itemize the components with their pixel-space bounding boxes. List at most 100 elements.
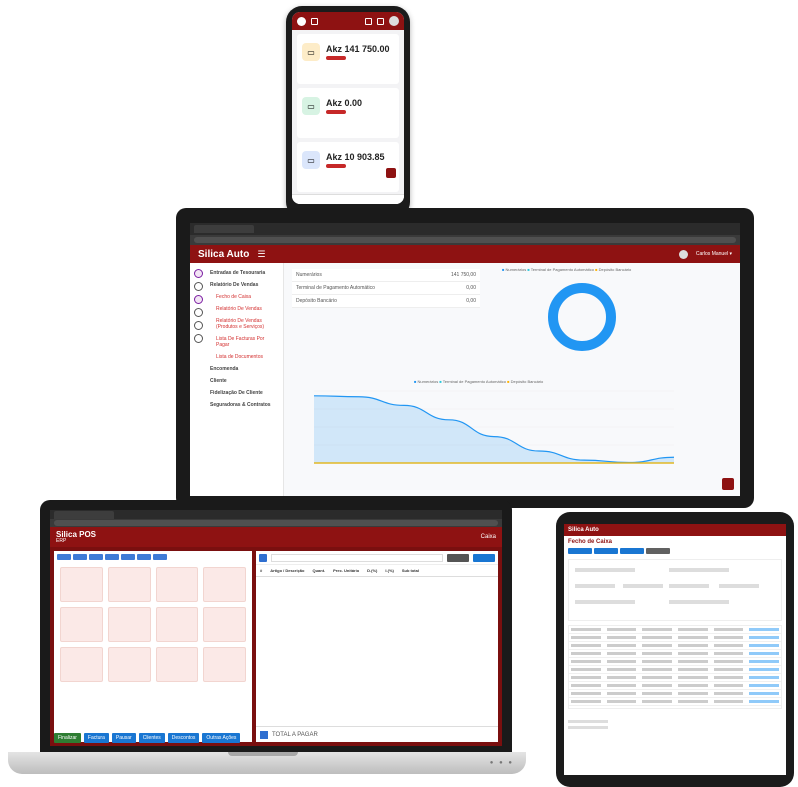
search-input[interactable] bbox=[271, 553, 443, 562]
sidebar-item[interactable]: Encomenda bbox=[206, 363, 283, 375]
table-row[interactable] bbox=[569, 698, 781, 706]
category-tab[interactable] bbox=[89, 554, 103, 560]
form-field[interactable] bbox=[623, 584, 663, 588]
category-tab[interactable] bbox=[137, 554, 151, 560]
table-row[interactable] bbox=[569, 626, 781, 634]
scroll-top-button[interactable] bbox=[722, 478, 734, 490]
url-input[interactable] bbox=[54, 520, 498, 526]
sidebar-item[interactable]: Cliente bbox=[206, 375, 283, 387]
product-tile[interactable] bbox=[107, 567, 151, 602]
product-tile[interactable] bbox=[107, 647, 151, 682]
table-row[interactable] bbox=[569, 682, 781, 690]
table-row[interactable] bbox=[569, 658, 781, 666]
product-tile[interactable] bbox=[155, 647, 199, 682]
reports-icon[interactable] bbox=[193, 282, 203, 291]
action-button[interactable]: Finalizar bbox=[54, 733, 81, 743]
product-tile[interactable] bbox=[203, 567, 246, 602]
clock-icon[interactable] bbox=[193, 334, 203, 343]
product-tile[interactable] bbox=[107, 607, 151, 642]
form-field[interactable] bbox=[669, 600, 729, 604]
product-tile[interactable] bbox=[155, 607, 199, 642]
barcode-icon[interactable] bbox=[259, 553, 267, 562]
table-cell bbox=[571, 700, 601, 703]
action-button[interactable]: Clientes bbox=[138, 733, 165, 743]
expand-icon[interactable] bbox=[365, 17, 372, 25]
legend-label: Terminal de Pagamento Automático bbox=[442, 379, 508, 384]
table-row[interactable] bbox=[569, 666, 781, 674]
legend-label: Depósito Bancário bbox=[510, 379, 544, 384]
caixa-button[interactable]: Caixa bbox=[481, 534, 496, 540]
table-cell bbox=[642, 692, 673, 695]
category-tab[interactable] bbox=[105, 554, 119, 560]
form-field[interactable] bbox=[719, 584, 759, 588]
sales-icon[interactable] bbox=[193, 295, 203, 304]
sidebar-item[interactable]: Relatório De Vendas bbox=[206, 279, 283, 291]
product-tile[interactable] bbox=[155, 567, 199, 602]
category-tab[interactable] bbox=[121, 554, 135, 560]
category-tab[interactable] bbox=[153, 554, 167, 560]
avatar[interactable] bbox=[389, 16, 399, 26]
sidebar-item[interactable]: Lista De Facturas Por Pagar bbox=[206, 333, 283, 351]
form-field[interactable] bbox=[669, 584, 709, 588]
action-button[interactable]: Factura bbox=[83, 733, 109, 743]
action-button[interactable]: Descontos bbox=[167, 733, 200, 743]
total-icon[interactable] bbox=[260, 730, 268, 739]
export-button[interactable] bbox=[594, 548, 618, 554]
menu-toggle-icon[interactable]: ☰ bbox=[257, 249, 265, 260]
user-menu[interactable]: Carlos Manuel ▾ bbox=[696, 251, 732, 257]
product-tile[interactable] bbox=[60, 647, 103, 682]
browser-tab[interactable] bbox=[194, 225, 254, 233]
table-cell bbox=[749, 684, 780, 687]
product-tile[interactable] bbox=[203, 607, 246, 642]
table-cell bbox=[713, 636, 744, 639]
print-button[interactable] bbox=[620, 548, 644, 554]
table-row[interactable] bbox=[569, 674, 781, 682]
sidebar-item[interactable]: Fidelização De Cliente bbox=[206, 387, 283, 399]
summary-row: Numerários 141 750,00 bbox=[292, 269, 480, 282]
product-tile[interactable] bbox=[60, 567, 103, 602]
table-cell bbox=[642, 628, 673, 631]
brand-title[interactable]: Silica Auto bbox=[568, 527, 599, 533]
form-field[interactable] bbox=[575, 568, 635, 572]
action-button[interactable]: Pausar bbox=[111, 733, 136, 743]
reset-button[interactable] bbox=[646, 548, 670, 554]
sidebar-item[interactable]: Lista de Documentos bbox=[206, 351, 283, 363]
card-values: Akz 141 750.00 bbox=[326, 44, 390, 60]
tablet-appbar: Silica Auto bbox=[564, 524, 786, 536]
url-input[interactable] bbox=[194, 237, 736, 243]
browser-tab[interactable] bbox=[54, 510, 114, 519]
avatar[interactable] bbox=[678, 249, 688, 259]
clear-button[interactable] bbox=[447, 553, 469, 562]
form-field[interactable] bbox=[575, 600, 635, 604]
menu-icon[interactable] bbox=[311, 17, 318, 25]
sidebar-item[interactable]: Seguradoras & Contratos bbox=[206, 399, 283, 411]
add-button[interactable] bbox=[473, 553, 495, 562]
bell-icon[interactable] bbox=[377, 17, 384, 25]
filter-button[interactable] bbox=[568, 548, 592, 554]
card-row: ▭ Akz 10 903.85 bbox=[302, 151, 394, 169]
dashboard-icon[interactable] bbox=[193, 269, 203, 278]
summary-label: Terminal de Pagamento Automático bbox=[296, 285, 375, 291]
form-field[interactable] bbox=[669, 568, 729, 572]
category-tab[interactable] bbox=[57, 554, 71, 560]
table-row[interactable] bbox=[569, 650, 781, 658]
table-cell bbox=[713, 684, 744, 687]
table-row[interactable] bbox=[569, 690, 781, 698]
sidebar-item[interactable]: Relatório De Vendas bbox=[206, 303, 283, 315]
gear-icon[interactable] bbox=[193, 308, 203, 317]
brand-title[interactable]: Silica POS bbox=[56, 530, 96, 538]
tablet-screen: Silica Auto Fecho de Caixa bbox=[564, 524, 786, 775]
action-button[interactable]: Outras Ações bbox=[202, 733, 241, 743]
sidebar-item[interactable]: Entradas de Tesouraria bbox=[206, 267, 283, 279]
form-field[interactable] bbox=[575, 584, 615, 588]
globe-icon[interactable] bbox=[193, 321, 203, 330]
brand-title[interactable]: Silica Auto bbox=[198, 249, 249, 260]
sidebar-item[interactable]: Relatório De Vendas (Produtos e Serviços… bbox=[206, 315, 283, 333]
scroll-top-button[interactable] bbox=[386, 168, 396, 178]
product-tile[interactable] bbox=[203, 647, 246, 682]
category-tab[interactable] bbox=[73, 554, 87, 560]
sidebar-item[interactable]: Fecho de Caixa bbox=[206, 291, 283, 303]
table-row[interactable] bbox=[569, 642, 781, 650]
table-row[interactable] bbox=[569, 634, 781, 642]
product-tile[interactable] bbox=[60, 607, 103, 642]
